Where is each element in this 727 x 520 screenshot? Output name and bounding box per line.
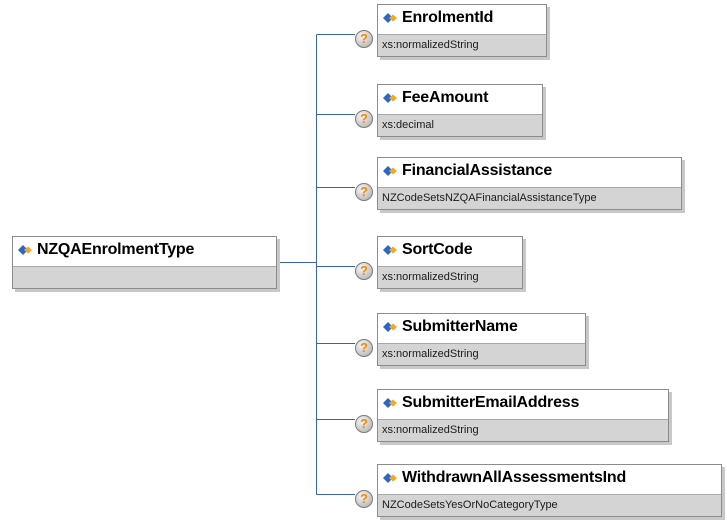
element-type: xs:decimal xyxy=(378,114,542,136)
element-header: SubmitterEmailAddress xyxy=(378,390,668,416)
element-box[interactable]: SubmitterEmailAddress xs:normalizedString xyxy=(377,389,669,442)
element-box[interactable]: WithdrawnAllAssessmentsInd NZCodeSetsYesO… xyxy=(377,464,722,517)
element-header: SubmitterName xyxy=(378,314,585,340)
element-type: xs:normalizedString xyxy=(378,419,668,441)
question-mark-icon[interactable]: ? xyxy=(355,490,373,508)
element-header: WithdrawnAllAssessmentsInd xyxy=(378,465,721,491)
element-name: SortCode xyxy=(402,241,473,258)
element-header: SortCode xyxy=(378,237,522,263)
root-type-name: NZQAEnrolmentType xyxy=(37,241,195,258)
element-type: xs:normalizedString xyxy=(378,34,546,56)
element-name: EnrolmentId xyxy=(402,9,494,26)
question-mark-icon[interactable]: ? xyxy=(355,262,373,280)
element-diamond-icon xyxy=(383,93,397,103)
element-type: xs:normalizedString xyxy=(378,343,585,365)
element-box[interactable]: FinancialAssistance NZCodeSetsNZQAFinanci… xyxy=(377,157,682,210)
element-name: SubmitterEmailAddress xyxy=(402,394,580,411)
element-name: FeeAmount xyxy=(402,89,489,106)
element-header: EnrolmentId xyxy=(378,5,546,31)
element-box[interactable]: SubmitterName xs:normalizedString xyxy=(377,313,586,366)
element-diamond-icon xyxy=(383,398,397,408)
root-type-band xyxy=(13,266,276,288)
element-type: NZCodeSetsNZQAFinancialAssistanceType xyxy=(378,187,681,209)
element-diamond-icon xyxy=(383,473,397,483)
question-mark-icon[interactable]: ? xyxy=(355,183,373,201)
element-diamond-icon xyxy=(383,322,397,332)
question-mark-icon[interactable]: ? xyxy=(355,339,373,357)
element-header: FinancialAssistance xyxy=(378,158,681,184)
element-name: FinancialAssistance xyxy=(402,162,553,179)
element-type: xs:normalizedString xyxy=(378,266,522,288)
root-type-header: NZQAEnrolmentType xyxy=(13,237,276,263)
element-box[interactable]: SortCode xs:normalizedString xyxy=(377,236,523,289)
element-name: SubmitterName xyxy=(402,318,518,335)
element-type: NZCodeSetsYesOrNoCategoryType xyxy=(378,494,721,516)
element-box[interactable]: FeeAmount xs:decimal xyxy=(377,84,543,137)
element-diamond-icon xyxy=(383,13,397,23)
root-type-box[interactable]: NZQAEnrolmentType xyxy=(12,236,277,289)
element-diamond-icon xyxy=(383,245,397,255)
element-header: FeeAmount xyxy=(378,85,542,111)
element-diamond-icon xyxy=(383,166,397,176)
element-name: WithdrawnAllAssessmentsInd xyxy=(402,469,627,486)
element-box[interactable]: EnrolmentId xs:normalizedString xyxy=(377,4,547,57)
element-diamond-icon xyxy=(18,245,32,255)
question-mark-icon[interactable]: ? xyxy=(355,110,373,128)
schema-diagram: NZQAEnrolmentType EnrolmentId xs:normaliz… xyxy=(0,0,727,520)
question-mark-icon[interactable]: ? xyxy=(355,415,373,433)
question-mark-icon[interactable]: ? xyxy=(355,30,373,48)
